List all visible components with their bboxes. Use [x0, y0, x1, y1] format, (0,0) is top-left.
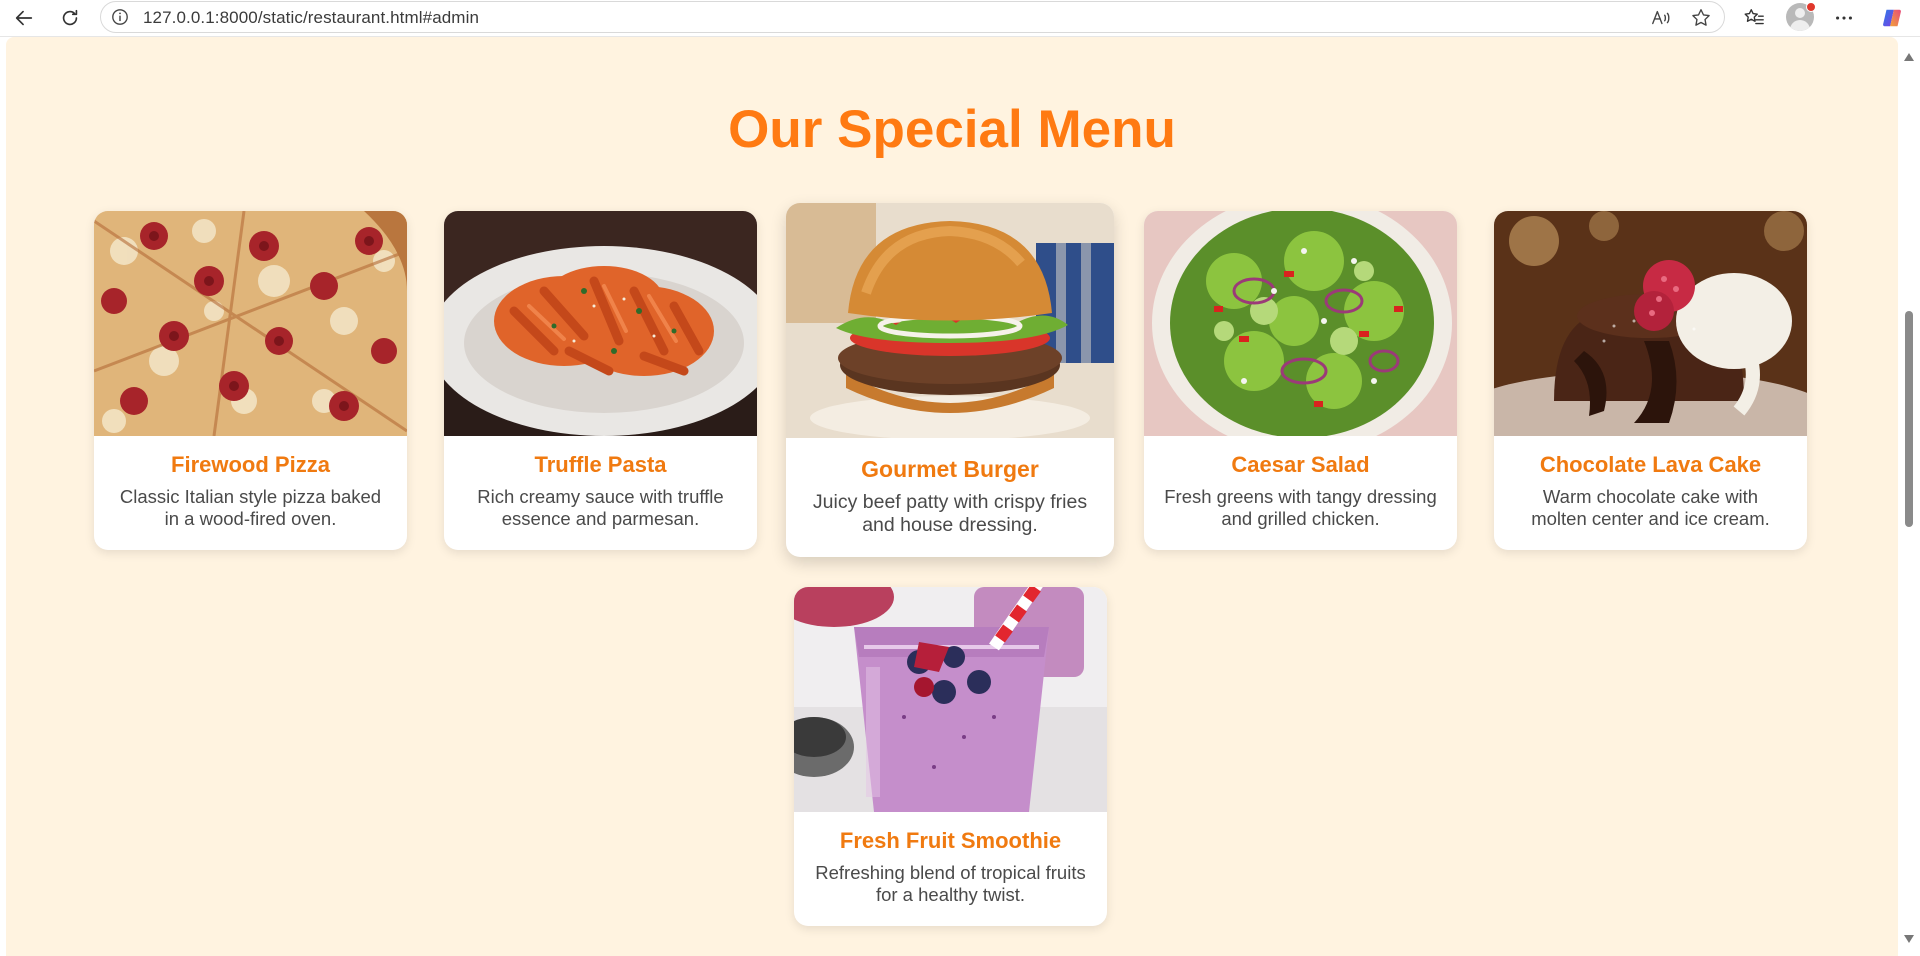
notification-dot: [1806, 2, 1816, 12]
menu-card-caesar-salad[interactable]: Caesar Salad Fresh greens with tangy dre…: [1144, 211, 1457, 550]
page-viewport: Our Special Menu Firewood Pizza Classic …: [0, 37, 1898, 956]
scroll-thumb[interactable]: [1905, 311, 1913, 527]
star-icon[interactable]: [1689, 6, 1713, 30]
menu-item-name: Fresh Fruit Smoothie: [839, 828, 1062, 853]
menu-card-firewood-pizza[interactable]: Firewood Pizza Classic Italian style piz…: [94, 211, 407, 550]
menu-item-description: Juicy beef patty with crispy fries and h…: [812, 491, 1088, 536]
more-dots-icon[interactable]: [1829, 3, 1859, 33]
info-icon[interactable]: [111, 8, 129, 26]
menu-item-description: Warm chocolate cake with molten center a…: [1531, 486, 1770, 529]
back-arrow-icon[interactable]: [9, 3, 39, 33]
menu-item-name: Gourmet Burger: [861, 456, 1039, 482]
menu-item-description: Refreshing blend of tropical fruits for …: [815, 862, 1086, 905]
lava-cake-image: [1494, 211, 1807, 436]
menu-title: Our Special Menu: [728, 100, 1176, 159]
menu-item-description: Classic Italian style pizza baked in a w…: [119, 486, 382, 529]
address-bar[interactable]: 127.0.0.1:8000/static/restaurant.html#ad…: [100, 1, 1725, 33]
menu-item-name: Caesar Salad: [1231, 452, 1370, 477]
browser-toolbar: 127.0.0.1:8000/static/restaurant.html#ad…: [0, 0, 1920, 37]
menu-card-chocolate-lava-cake[interactable]: Chocolate Lava Cake Warm chocolate cake …: [1494, 211, 1807, 550]
salad-image: [1144, 211, 1457, 436]
url-text[interactable]: 127.0.0.1:8000/static/restaurant.html#ad…: [143, 8, 479, 28]
copilot-icon[interactable]: [1877, 3, 1907, 33]
read-aloud-icon[interactable]: [1649, 6, 1673, 30]
menu-item-name: Truffle Pasta: [534, 452, 667, 477]
favorites-list-icon[interactable]: [1739, 3, 1769, 33]
pasta-image: [444, 211, 757, 436]
smoothie-image: [794, 587, 1107, 812]
burger-image: [786, 203, 1114, 438]
menu-item-name: Chocolate Lava Cake: [1539, 452, 1762, 477]
menu-card-fresh-fruit-smoothie[interactable]: Fresh Fruit Smoothie Refreshing blend of…: [794, 587, 1107, 926]
vertical-scrollbar[interactable]: [1898, 37, 1920, 956]
menu-item-name: Firewood Pizza: [171, 452, 330, 477]
scroll-down-icon[interactable]: [1903, 933, 1915, 945]
menu-item-description: Rich creamy sauce with truffle essence a…: [477, 486, 724, 529]
reload-icon[interactable]: [55, 3, 85, 33]
menu-item-description: Fresh greens with tangy dressing and gri…: [1164, 486, 1437, 529]
scroll-up-icon[interactable]: [1903, 51, 1915, 63]
menu-card-gourmet-burger[interactable]: Gourmet Burger Juicy beef patty with cri…: [786, 203, 1114, 557]
menu-card-truffle-pasta[interactable]: Truffle Pasta Rich creamy sauce with tru…: [444, 211, 757, 550]
pizza-image: [94, 211, 407, 436]
special-menu-section: Our Special Menu Firewood Pizza Classic …: [6, 37, 1898, 956]
